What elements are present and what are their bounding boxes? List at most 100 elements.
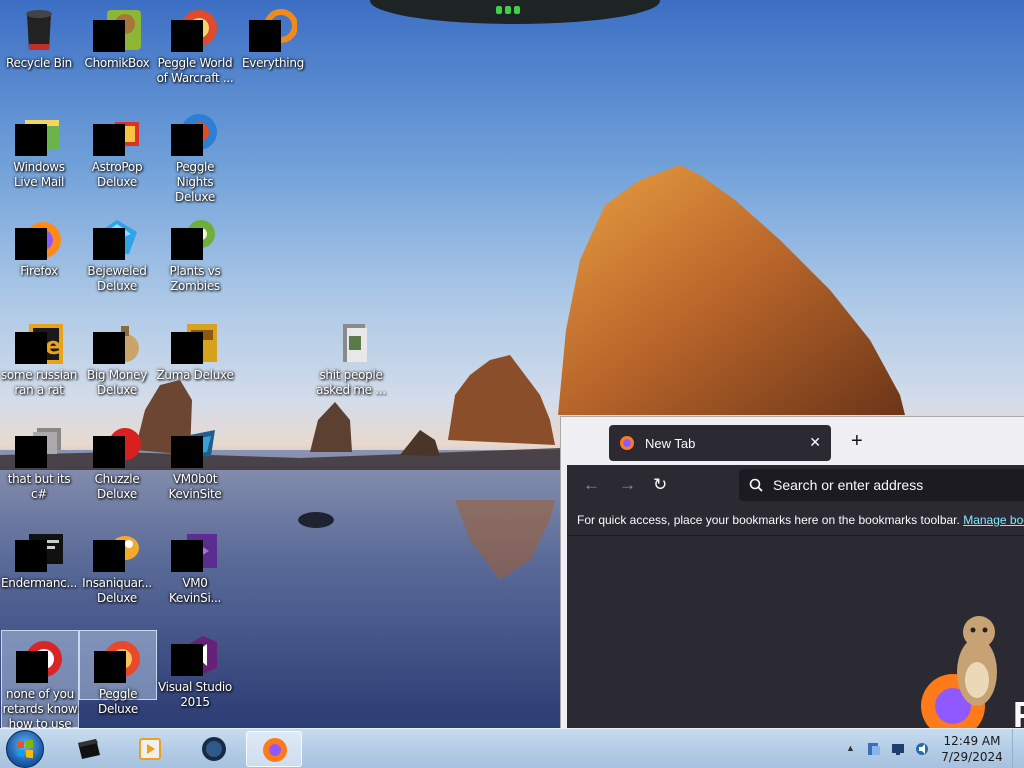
- desktop-icon-big-money[interactable]: Big Money Deluxe: [78, 312, 156, 398]
- desktop-icon-that-but-its-csharp[interactable]: that but its c#: [0, 416, 78, 502]
- new-tab-page: F: [567, 535, 1024, 728]
- show-hidden-icons-button[interactable]: ▲: [846, 743, 855, 753]
- indicator-light: [505, 6, 511, 14]
- forward-button[interactable]: →: [619, 475, 636, 495]
- desktop-icon-chomikbox[interactable]: ChomikBox: [78, 0, 156, 71]
- taskbar-button-globe[interactable]: [186, 731, 242, 767]
- svg-text:e: e: [45, 332, 61, 360]
- firefox-icon: [620, 436, 634, 450]
- redacted-block: [93, 124, 125, 156]
- firefox-icon: [263, 738, 287, 762]
- desktop-icon-recycle-bin[interactable]: Recycle Bin: [0, 0, 78, 71]
- redacted-block: [171, 228, 203, 260]
- redacted-block: [93, 20, 125, 52]
- desktop-icon-everything[interactable]: Everything: [234, 0, 312, 71]
- windows-logo-icon: [17, 739, 33, 759]
- desktop-icon-peggle-nights[interactable]: Peggle Nights Deluxe: [156, 104, 234, 205]
- close-icon[interactable]: ✕: [809, 434, 821, 451]
- new-tab-button[interactable]: +: [851, 431, 863, 451]
- network-icon[interactable]: [890, 741, 906, 757]
- tab-new-tab[interactable]: New Tab ✕: [609, 425, 831, 461]
- navigation-toolbar: ← → ↻ Search or enter address: [567, 465, 1024, 505]
- action-center-icon[interactable]: [866, 741, 882, 757]
- taskbar-button-firefox[interactable]: [246, 731, 302, 767]
- reload-button[interactable]: ↻: [653, 475, 667, 495]
- everything-search-icon: [249, 6, 297, 54]
- indicator-light: [496, 6, 502, 14]
- tab-strip: New Tab ✕ +: [567, 417, 1024, 465]
- redacted-block: [15, 436, 47, 468]
- desktop-icon-visual-studio[interactable]: Visual Studio 2015: [156, 624, 234, 710]
- desktop-icon-label: Peggle Nights Deluxe: [175, 160, 215, 204]
- redacted-block: [15, 124, 47, 156]
- black-box-icon: [78, 739, 100, 759]
- exe-file-icon: e: [15, 318, 63, 366]
- redacted-block: [15, 540, 47, 572]
- taskbar-button-explorer[interactable]: [60, 731, 116, 767]
- search-icon: [749, 478, 763, 492]
- stacked-files-icon: [15, 422, 63, 470]
- taskbar: ▲ 12:49 AM 7/29/2024: [0, 728, 1024, 768]
- desktop-icon-none-of-you[interactable]: none of you retards know how to use: [1, 630, 79, 731]
- start-button[interactable]: [6, 730, 44, 768]
- desktop-icon-insaniquarium[interactable]: Insaniquar... Deluxe: [78, 520, 156, 606]
- address-placeholder: Search or enter address: [773, 477, 924, 493]
- desktop-icon-peggle-wow[interactable]: Peggle World of Warcraft ...: [156, 0, 234, 86]
- address-bar[interactable]: Search or enter address: [739, 469, 1024, 501]
- peggle-wow-icon: [171, 6, 219, 54]
- redacted-block: [16, 651, 48, 683]
- firefox-window[interactable]: New Tab ✕ + ← → ↻ Search or enter addres…: [560, 416, 1024, 728]
- desktop-icon-windows-live-mail[interactable]: Windows Live Mail: [0, 104, 78, 190]
- desktop-icon-label: Endermanc...: [1, 576, 77, 590]
- show-desktop-button[interactable]: [1012, 729, 1024, 768]
- desktop-icon-vm0b0t-kevinsite[interactable]: VM0b0t KevinSite: [156, 416, 234, 502]
- redacted-block: [93, 332, 125, 364]
- media-player-icon: [139, 738, 161, 760]
- chomikbox-icon: [93, 6, 141, 54]
- desktop-icon-endermanch[interactable]: Endermanc...: [0, 520, 78, 591]
- manage-bookmarks-link[interactable]: Manage boo: [963, 513, 1024, 527]
- desktop-icon-peggle-deluxe[interactable]: Peggle Deluxe: [79, 630, 157, 716]
- redacted-block: [171, 540, 203, 572]
- desktop-icon-vm0-kevinsi[interactable]: VM0 KevinSi...: [156, 520, 234, 606]
- desktop-icon-label: Recycle Bin: [6, 56, 72, 70]
- peggle-shortcut-icon: [16, 637, 64, 685]
- desktop-icon-astropop[interactable]: AstroPop Deluxe: [78, 104, 156, 190]
- zuma-icon: [171, 318, 219, 366]
- taskbar-button-media-player[interactable]: [122, 731, 178, 767]
- desktop-icon-label: Chuzzle Deluxe: [94, 472, 140, 501]
- redacted-block: [171, 644, 203, 676]
- visual-studio-icon: [171, 630, 219, 678]
- desktop-icon-label: VM0b0t KevinSite: [168, 472, 222, 501]
- redacted-block: [15, 228, 47, 260]
- peggle-nights-icon: [171, 110, 219, 158]
- volume-icon[interactable]: [914, 741, 930, 757]
- globe-icon: [202, 737, 226, 761]
- system-clock[interactable]: 12:49 AM 7/29/2024: [932, 733, 1012, 765]
- desktop-icon-label: Big Money Deluxe: [86, 368, 148, 397]
- desktop-icon-firefox[interactable]: Firefox: [0, 208, 78, 279]
- bookmarks-toolbar: For quick access, place your bookmarks h…: [567, 505, 1024, 535]
- desktop-icon-label: Windows Live Mail: [13, 160, 65, 189]
- desktop-icon-folder[interactable]: shit people asked me ...: [312, 312, 390, 398]
- desktop-icon-label: Insaniquar... Deluxe: [82, 576, 152, 605]
- desktop-icon-zuma[interactable]: Zuma Deluxe: [156, 312, 234, 383]
- vm-shortcut-icon: [171, 422, 219, 470]
- firefox-icon: [15, 214, 63, 262]
- desktop-icon-bejeweled[interactable]: Bejeweled Deluxe: [78, 208, 156, 294]
- desktop-icon-label: AstroPop Deluxe: [91, 160, 143, 189]
- visual-studio-project-icon: [171, 526, 219, 574]
- redacted-block: [249, 20, 281, 52]
- desktop-icon-some-russian-ran-a-rat[interactable]: e some russian ran a rat: [0, 312, 78, 398]
- plants-vs-zombies-icon: [171, 214, 219, 262]
- redacted-block: [93, 540, 125, 572]
- desktop-icon-label: Bejeweled Deluxe: [87, 264, 147, 293]
- insaniquarium-icon: [93, 526, 141, 574]
- redacted-block: [93, 436, 125, 468]
- desktop-icon-chuzzle[interactable]: Chuzzle Deluxe: [78, 416, 156, 502]
- desktop-icon-plants-vs-zombies[interactable]: Plants vs Zombies: [156, 208, 234, 294]
- desktop-icon-label: Peggle Deluxe: [98, 687, 138, 716]
- desktop-icon-label: shit people asked me ...: [316, 368, 386, 397]
- desktop-icon-label: ChomikBox: [84, 56, 150, 70]
- back-button[interactable]: ←: [583, 475, 600, 495]
